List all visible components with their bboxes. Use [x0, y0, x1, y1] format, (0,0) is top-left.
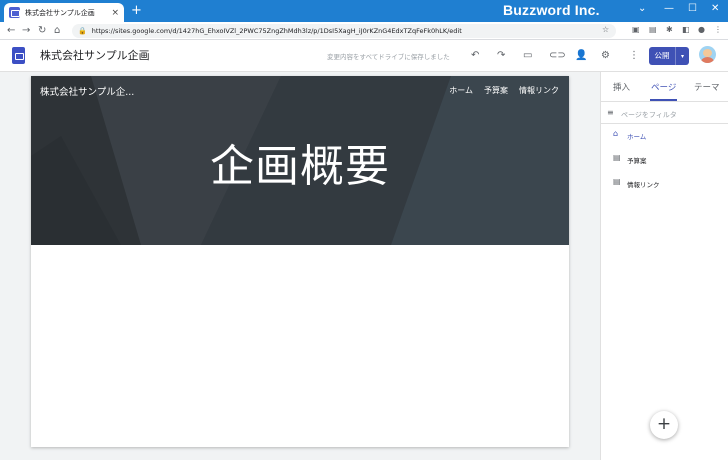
settings-gear-icon[interactable]: ⚙: [601, 50, 610, 62]
page-item-label: ホーム: [627, 133, 647, 141]
page-filter[interactable]: ≡ ページをフィルタ: [601, 103, 728, 124]
bookmark-star-icon[interactable]: ☆: [602, 25, 609, 34]
page-item-label: 予算案: [627, 157, 647, 165]
save-status: 変更内容をすべてドライブに保存しました: [327, 53, 450, 61]
minimize-button[interactable]: —: [664, 2, 674, 16]
header-banner[interactable]: 株式会社サンプル企... ホーム 予算案 情報リンク 企画概要: [31, 76, 569, 245]
tab-pages[interactable]: ページ: [651, 81, 676, 93]
share-user-icon[interactable]: 👤: [575, 50, 587, 62]
forward-button[interactable]: →: [22, 24, 30, 37]
home-icon: ⌂: [613, 129, 619, 138]
site-nav-item-home[interactable]: ホーム: [449, 85, 473, 96]
side-panel: 挿入 ページ テーマ ≡ ページをフィルタ ⌂ ホーム ▤ 予算案 ▤ 情報リン…: [600, 72, 728, 460]
maximize-button[interactable]: ☐: [688, 2, 697, 16]
side-panel-icon[interactable]: ◧: [682, 25, 690, 34]
tab-close-icon[interactable]: ×: [111, 8, 119, 18]
site-name[interactable]: 株式会社サンプル企...: [40, 84, 134, 98]
preview-device-icon[interactable]: ▭: [523, 50, 532, 62]
undo-icon[interactable]: ↶: [471, 50, 479, 62]
sites-toolbar: 株式会社サンプル企画 変更内容をすべてドライブに保存しました ↶ ↷ ▭ ⊂⊃ …: [0, 40, 728, 72]
editor-canvas: 株式会社サンプル企... ホーム 予算案 情報リンク 企画概要: [0, 72, 600, 460]
reload-button[interactable]: ↻: [38, 24, 46, 37]
filter-icon: ≡: [607, 108, 614, 117]
filter-placeholder: ページをフィルタ: [621, 111, 677, 119]
page-item-label: 情報リンク: [627, 181, 660, 189]
browser-address-bar: ← → ↻ ⌂ 🔒 https://sites.google.com/d/142…: [0, 22, 728, 40]
site-nav-item-links[interactable]: 情報リンク: [519, 85, 559, 96]
extension-icon[interactable]: ▣: [632, 25, 640, 34]
watermark-brand: Buzzword Inc.: [503, 2, 600, 18]
document-title[interactable]: 株式会社サンプル企画: [40, 47, 150, 63]
active-tab-indicator: [650, 99, 677, 101]
page-item-budget[interactable]: ▤ 予算案: [601, 150, 728, 168]
url-text: https://sites.google.com/d/1427hG_EhxoIV…: [91, 27, 462, 35]
translate-icon[interactable]: ▤: [649, 25, 657, 34]
publish-button[interactable]: 公開 ▾: [649, 47, 689, 65]
tab-insert[interactable]: 挿入: [613, 81, 630, 93]
site-nav-item-budget[interactable]: 予算案: [484, 85, 508, 96]
sites-favicon-icon: [9, 7, 20, 18]
home-button[interactable]: ⌂: [54, 24, 60, 37]
panel-tabs: 挿入 ページ テーマ: [601, 72, 728, 102]
tab-search-chevron-icon[interactable]: ⌄: [638, 2, 646, 16]
lock-icon: 🔒: [78, 27, 87, 35]
page-item-home[interactable]: ⌂ ホーム: [601, 126, 728, 144]
url-input[interactable]: 🔒 https://sites.google.com/d/1427hG_Ehxo…: [72, 24, 616, 38]
redo-icon[interactable]: ↷: [497, 50, 505, 62]
more-options-icon[interactable]: ⋮: [629, 50, 639, 62]
browser-tab-strip: 株式会社サンプル企画 × + Buzzword Inc. ⌄ — ☐ ✕: [0, 0, 728, 22]
browser-tab[interactable]: 株式会社サンプル企画 ×: [4, 3, 124, 22]
site-navigation: ホーム 予算案 情報リンク: [449, 85, 559, 96]
site-page[interactable]: 株式会社サンプル企... ホーム 予算案 情報リンク 企画概要: [31, 76, 569, 447]
sites-logo-icon[interactable]: [12, 47, 25, 64]
browser-tab-title: 株式会社サンプル企画: [25, 8, 95, 17]
tab-themes[interactable]: テーマ: [694, 81, 720, 93]
new-tab-button[interactable]: +: [131, 3, 142, 19]
publish-label[interactable]: 公開: [649, 47, 676, 65]
page-icon: ▤: [613, 177, 621, 186]
page-title[interactable]: 企画概要: [31, 130, 569, 194]
profile-icon[interactable]: ●: [698, 25, 705, 34]
publish-dropdown-icon[interactable]: ▾: [676, 53, 689, 60]
link-icon[interactable]: ⊂⊃: [549, 50, 566, 62]
add-page-button[interactable]: +: [650, 411, 678, 439]
avatar[interactable]: [699, 46, 716, 63]
puzzle-extensions-icon[interactable]: ✱: [666, 25, 673, 34]
page-icon: ▤: [613, 153, 621, 162]
close-window-button[interactable]: ✕: [711, 2, 719, 16]
page-item-links[interactable]: ▤ 情報リンク: [601, 174, 728, 192]
back-button[interactable]: ←: [7, 24, 15, 37]
browser-menu-icon[interactable]: ⋮: [714, 25, 722, 34]
